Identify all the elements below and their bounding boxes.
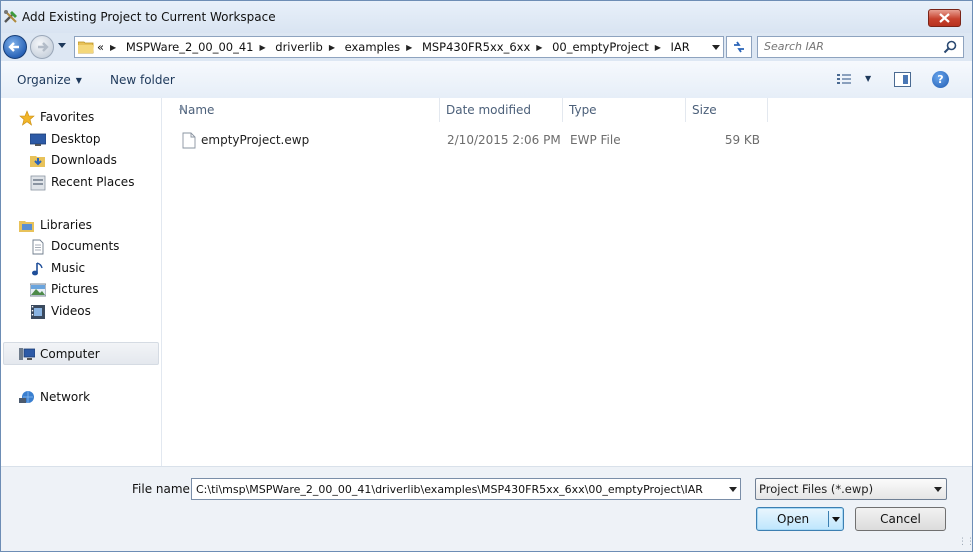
forward-button[interactable] [30, 35, 54, 59]
search-input[interactable] [764, 39, 934, 54]
file-name: emptyProject.ewp [201, 133, 310, 147]
nav-label: Recent Places [51, 175, 135, 189]
nav-label: Computer [40, 347, 100, 361]
title-bar: Add Existing Project to Current Workspac… [1, 1, 972, 33]
breadcrumb-item[interactable]: IAR [671, 40, 690, 54]
breadcrumb: « ▶ MSPWare_2_00_00_41 ▶ driverlib ▶ exampl… [97, 40, 690, 54]
filter-value: Project Files (*.ewp) [759, 482, 874, 496]
file-type-filter-select[interactable]: Project Files (*.ewp) [755, 478, 947, 500]
organize-menu[interactable]: Organize ▼ [17, 73, 82, 87]
arrow-right-icon [38, 42, 49, 52]
file-name-input[interactable] [196, 482, 721, 496]
computer-icon [19, 348, 35, 360]
separator-icon[interactable]: ▶ [655, 43, 661, 52]
pictures-icon [30, 283, 46, 297]
window-title: Add Existing Project to Current Workspac… [22, 10, 276, 24]
separator-icon[interactable]: ▶ [536, 43, 542, 52]
column-header-date-modified[interactable]: Date modified [440, 98, 563, 122]
file-date-modified: 2/10/2015 2:06 PM [447, 133, 561, 147]
open-label: Open [777, 512, 810, 526]
new-folder-button[interactable]: New folder [110, 73, 175, 87]
command-bar: Organize ▼ New folder ▼ ? [1, 61, 972, 99]
file-name-label: File name: [132, 482, 194, 496]
separator-icon: ▶ [110, 43, 117, 52]
recent-places-icon [30, 175, 46, 191]
network-icon [19, 391, 34, 403]
nav-label: Downloads [51, 153, 117, 167]
close-icon [939, 13, 950, 23]
app-tools-icon [4, 10, 17, 23]
filter-dropdown-icon [934, 487, 942, 492]
downloads-folder-icon [30, 156, 45, 167]
separator-icon[interactable]: ▶ [406, 43, 412, 52]
close-button[interactable] [928, 9, 961, 27]
arrow-left-icon [8, 42, 19, 52]
address-row: « ▶ MSPWare_2_00_00_41 ▶ driverlib ▶ exampl… [1, 33, 972, 61]
separator-icon[interactable]: ▶ [329, 43, 335, 52]
nav-label: Videos [51, 304, 91, 318]
separator-icon[interactable]: ▶ [259, 43, 265, 52]
breadcrumb-item[interactable]: MSPWare_2_00_00_41 [126, 40, 254, 54]
views-icon[interactable] [836, 72, 854, 86]
breadcrumb-item[interactable]: 00_emptyProject [552, 40, 649, 54]
breadcrumb-item[interactable]: MSP430FR5xx_6xx [422, 40, 530, 54]
refresh-button[interactable] [726, 36, 752, 58]
views-dropdown-icon[interactable]: ▼ [865, 74, 871, 83]
nav-label: Desktop [51, 132, 101, 146]
column-header-size[interactable]: Size [686, 98, 768, 122]
back-button[interactable] [3, 35, 27, 59]
desktop-icon [30, 133, 46, 146]
videos-icon [31, 305, 45, 319]
address-bar[interactable]: « ▶ MSPWare_2_00_00_41 ▶ driverlib ▶ exampl… [74, 36, 724, 58]
nav-label: Favorites [40, 110, 95, 124]
refresh-icon [734, 41, 744, 53]
nav-label: Network [40, 390, 91, 404]
split-divider [828, 511, 829, 527]
folder-icon [78, 41, 94, 54]
open-button[interactable]: Open [756, 507, 844, 531]
music-note-icon [32, 262, 43, 276]
address-dropdown-icon[interactable] [711, 44, 721, 52]
column-label: Size [692, 103, 717, 117]
search-box[interactable] [757, 36, 964, 58]
column-header-name[interactable]: Name ▲ [173, 98, 440, 122]
file-size: 59 KB [724, 133, 760, 147]
resize-grip-icon[interactable]: ⋮⋮ [958, 537, 972, 547]
column-header-type[interactable]: Type [563, 98, 686, 122]
organize-label: Organize [17, 73, 71, 87]
cancel-button[interactable]: Cancel [855, 507, 946, 531]
nav-label: Documents [51, 239, 120, 253]
documents-icon [32, 239, 44, 255]
file-name-combobox[interactable] [191, 478, 741, 500]
column-label: Date modified [446, 103, 532, 117]
file-list: Name ▲ Date modified Type Size emptyProj… [162, 98, 972, 466]
sort-ascending-icon: ▲ [179, 103, 185, 111]
open-options-dropdown-icon[interactable] [831, 516, 841, 524]
recent-pages-dropdown-icon[interactable] [57, 42, 67, 50]
star-icon [19, 110, 35, 126]
column-label: Type [569, 103, 597, 117]
file-icon [182, 132, 196, 149]
search-icon[interactable] [943, 40, 957, 54]
file-name-dropdown-icon[interactable] [728, 486, 738, 494]
file-type: EWP File [570, 133, 621, 147]
file-row[interactable]: emptyProject.ewp 2/10/2015 2:06 PM EWP F… [180, 131, 770, 151]
dialog-window: Add Existing Project to Current Workspac… [0, 0, 973, 552]
nav-label: Libraries [40, 218, 92, 232]
chevron-down-icon: ▼ [75, 76, 82, 85]
navigation-pane: Favorites Desktop Downloads Recent Place… [1, 98, 162, 466]
help-icon[interactable]: ? [932, 71, 949, 88]
libraries-icon [19, 221, 34, 232]
breadcrumb-item[interactable]: examples [345, 40, 401, 54]
nav-label: Pictures [51, 282, 99, 296]
breadcrumb-overflow[interactable]: « [97, 40, 104, 54]
breadcrumb-item[interactable]: driverlib [275, 40, 323, 54]
bottom-panel: File name: Project Files (*.ewp) Open Ca… [1, 466, 972, 551]
nav-label: Music [51, 261, 86, 275]
preview-pane-button[interactable] [894, 72, 911, 87]
